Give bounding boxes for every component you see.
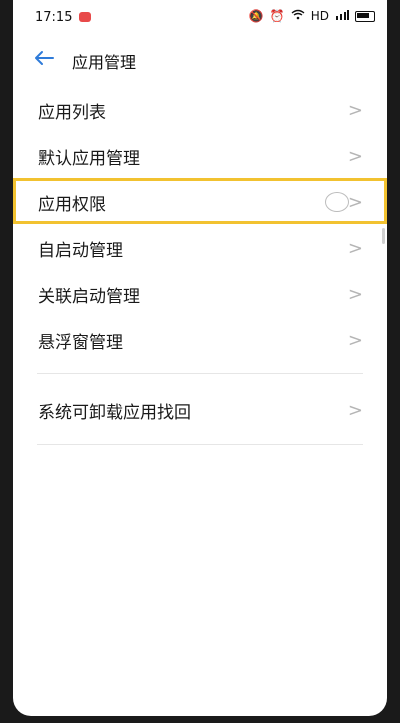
status-bar: 17:15 🔕 ⏰ HD [13,0,387,36]
menu-item-app-list[interactable]: 应用列表 > [13,86,387,132]
chevron-right-icon: > [347,146,363,167]
back-arrow-icon[interactable] [31,46,57,70]
menu-item-label: 应用列表 [38,103,106,123]
menu-item-label: 系统可卸载应用找回 [38,403,191,423]
wifi-icon [291,9,305,23]
battery-icon [355,10,375,22]
menu-item-label: 关联启动管理 [38,287,140,307]
menu-item-label: 自启动管理 [38,241,123,261]
menu-item-associated-start[interactable]: 关联启动管理 > [13,270,387,316]
chevron-right-icon: > [347,284,363,305]
section-divider [37,373,363,374]
menu-item-label: 悬浮窗管理 [38,333,123,353]
menu-item-floating-window[interactable]: 悬浮窗管理 > [13,316,387,362]
mute-icon: 🔕 [248,9,264,23]
app-header: 应用管理 [13,38,387,78]
chevron-right-icon: > [347,400,363,421]
device-frame: 17:15 🔕 ⏰ HD 应用管理 应用列表 > 默认应用管理 > 应用权限 >… [0,0,400,723]
hd-label: HD [310,9,329,23]
chevron-right-icon: > [347,238,363,259]
notification-badge-icon [79,12,91,22]
page-title: 应用管理 [72,53,137,72]
chevron-right-icon: > [347,330,363,351]
signal-icon [335,9,349,23]
status-time: 17:15 [35,10,73,25]
touch-indicator-icon [325,192,349,212]
status-icons: 🔕 ⏰ HD [249,9,375,23]
settings-list: 应用列表 > 默认应用管理 > 应用权限 > 自启动管理 > 关联启动管理 > … [13,86,387,362]
menu-item-default-apps[interactable]: 默认应用管理 > [13,132,387,178]
menu-item-label: 应用权限 [38,195,106,215]
menu-item-app-permissions[interactable]: 应用权限 > [13,178,387,224]
alarm-icon: ⏰ [269,9,285,23]
menu-item-label: 默认应用管理 [38,149,140,169]
menu-item-recover-system-apps[interactable]: 系统可卸载应用找回 > [13,386,387,432]
phone-screen: 17:15 🔕 ⏰ HD 应用管理 应用列表 > 默认应用管理 > 应用权限 >… [13,0,387,716]
scrollbar[interactable] [382,228,385,244]
section-divider [37,444,363,445]
menu-item-autostart[interactable]: 自启动管理 > [13,224,387,270]
chevron-right-icon: > [347,192,363,213]
chevron-right-icon: > [347,100,363,121]
